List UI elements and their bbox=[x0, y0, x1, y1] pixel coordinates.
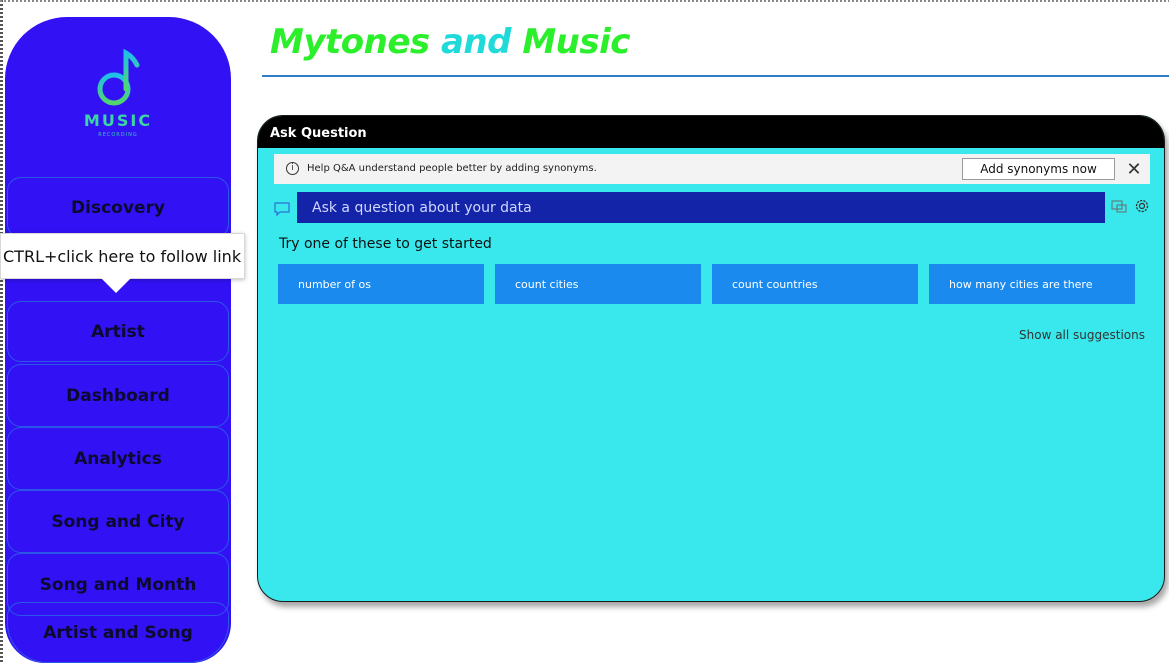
nav-item-dashboard[interactable]: Dashboard bbox=[7, 364, 229, 427]
info-icon: i bbox=[286, 162, 299, 175]
nav-item-artist-and-song[interactable]: Artist and Song bbox=[7, 602, 229, 663]
ask-question-input[interactable] bbox=[297, 192, 1105, 223]
tooltip-text: CTRL+click here to follow link bbox=[3, 246, 242, 266]
synonyms-banner: i Help Q&A understand people better by a… bbox=[274, 154, 1150, 184]
page-title: Mytones and Music bbox=[270, 22, 630, 62]
tooltip-arrow bbox=[101, 278, 131, 293]
qa-header: Ask Question bbox=[258, 116, 1164, 148]
nav-item-label: Artist and Song bbox=[43, 622, 193, 643]
suggestion-button[interactable]: how many cities are there bbox=[929, 264, 1135, 304]
title-word-3: Music bbox=[522, 22, 630, 62]
suggestion-button[interactable]: count cities bbox=[495, 264, 701, 304]
add-synonyms-label: Add synonyms now bbox=[980, 162, 1097, 176]
page-top-border bbox=[0, 0, 1169, 2]
suggestion-label: count countries bbox=[732, 277, 818, 291]
synonyms-message: Help Q&A understand people better by add… bbox=[307, 163, 597, 174]
qa-visual: Ask Question i Help Q&A understand peopl… bbox=[257, 115, 1165, 602]
close-icon[interactable]: ✕ bbox=[1124, 158, 1144, 180]
nav-item-discovery[interactable]: Discovery bbox=[7, 177, 229, 238]
suggestion-label: count cities bbox=[515, 277, 579, 291]
nav-item-label: Song and City bbox=[51, 511, 185, 532]
logo-word: MUSIC bbox=[83, 111, 153, 130]
music-note-icon bbox=[97, 48, 140, 106]
nav-item-song-and-city[interactable]: Song and City bbox=[7, 490, 229, 553]
nav-item-label: Artist bbox=[91, 321, 145, 342]
suggestion-label: number of os bbox=[298, 277, 371, 291]
nav-item-label: Discovery bbox=[71, 197, 165, 218]
suggestion-button[interactable]: number of os bbox=[278, 264, 484, 304]
nav-item-label: Dashboard bbox=[66, 385, 170, 406]
qa-title: Ask Question bbox=[270, 126, 367, 141]
chat-bubble-icon bbox=[274, 202, 290, 216]
link-tooltip: CTRL+click here to follow link bbox=[0, 233, 245, 279]
title-word-1: Mytones bbox=[270, 22, 430, 62]
try-suggestions-label: Try one of these to get started bbox=[279, 236, 492, 252]
nav-item-label: Analytics bbox=[74, 448, 162, 469]
nav-item-label: Song and Month bbox=[39, 574, 197, 595]
screen-icon[interactable] bbox=[1111, 199, 1127, 213]
logo-subtitle: RECORDING bbox=[98, 132, 138, 138]
title-word-2: and bbox=[440, 22, 512, 62]
show-all-suggestions-link[interactable]: Show all suggestions bbox=[1019, 328, 1145, 342]
music-logo: MUSIC RECORDING bbox=[76, 47, 160, 147]
suggestion-button[interactable]: count countries bbox=[712, 264, 918, 304]
gear-icon[interactable] bbox=[1133, 197, 1151, 215]
add-synonyms-button[interactable]: Add synonyms now bbox=[962, 158, 1115, 180]
header-divider bbox=[262, 75, 1169, 77]
nav-item-artist[interactable]: Artist bbox=[7, 301, 229, 362]
nav-item-analytics[interactable]: Analytics bbox=[7, 427, 229, 490]
suggestion-label: how many cities are there bbox=[949, 277, 1093, 291]
page-left-border bbox=[0, 0, 3, 663]
sidebar: MUSIC RECORDING Discovery Artist Dashboa… bbox=[5, 17, 231, 663]
